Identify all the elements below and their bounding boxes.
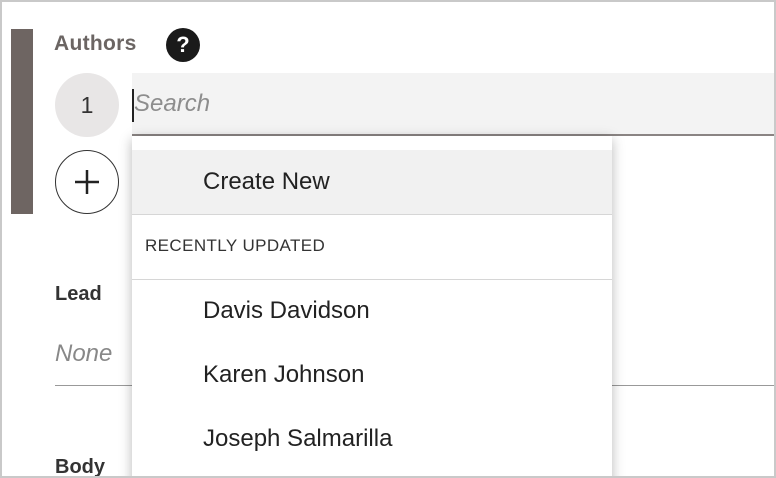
recent-author-option[interactable]: Joseph Salmarilla — [132, 407, 612, 471]
active-section-accent — [11, 29, 33, 214]
author-suggestions-dropdown: Create New RECENTLY UPDATED Davis Davids… — [132, 136, 612, 476]
recent-author-option[interactable]: Davis Davidson — [132, 279, 612, 343]
create-new-option[interactable]: Create New — [132, 150, 612, 214]
plus-icon — [75, 170, 99, 194]
author-search-input[interactable] — [132, 73, 774, 134]
add-author-button[interactable] — [55, 150, 119, 214]
author-search-field[interactable] — [132, 73, 774, 136]
lead-label: Lead — [55, 283, 102, 305]
form-panel: Authors ? 1 Lead None Body Create New RE… — [0, 0, 776, 478]
recent-author-option[interactable]: Karen Johnson — [132, 343, 612, 407]
dropdown-divider — [132, 214, 612, 215]
lead-value[interactable]: None — [55, 340, 112, 368]
recently-updated-header: RECENTLY UPDATED — [145, 236, 326, 255]
text-cursor — [132, 89, 134, 122]
question-mark-icon[interactable]: ? — [166, 28, 200, 62]
author-index-badge: 1 — [55, 73, 119, 137]
authors-label: Authors — [54, 32, 137, 55]
body-label: Body — [55, 456, 105, 478]
